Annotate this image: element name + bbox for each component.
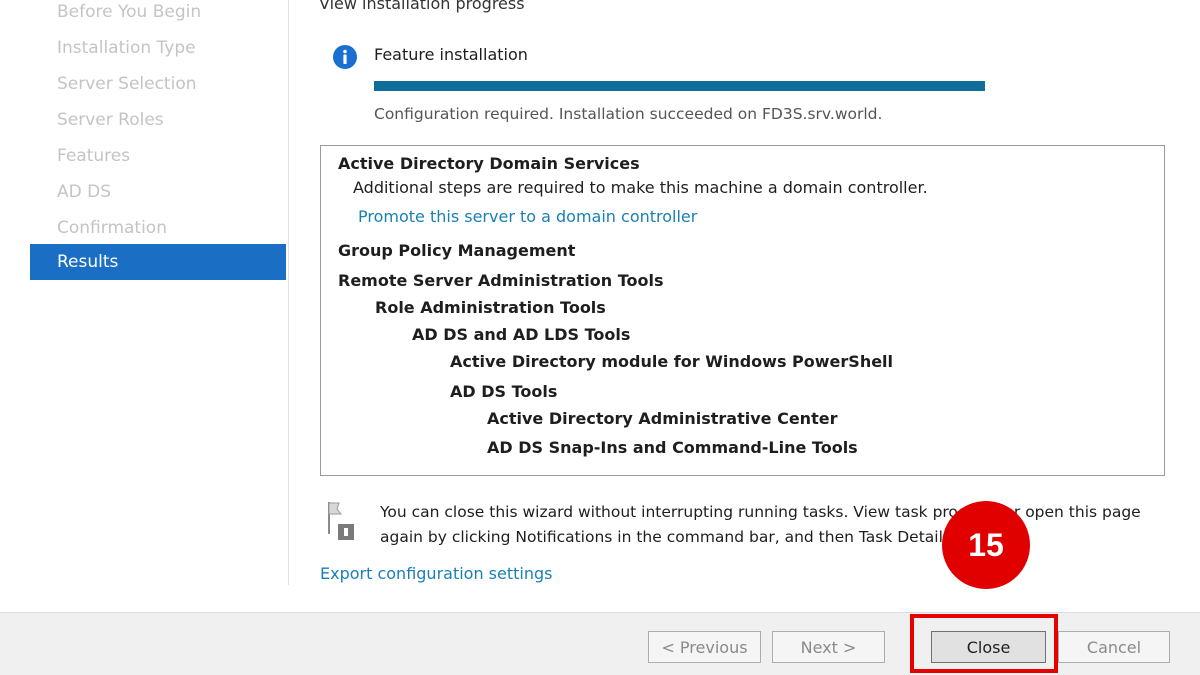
- result-ad-ds-message: Additional steps are required to make th…: [353, 178, 928, 197]
- sidebar-item-installation-type[interactable]: Installation Type: [30, 30, 286, 66]
- cancel-button[interactable]: Cancel: [1058, 631, 1170, 663]
- result-role-admin-tools: Role Administration Tools: [375, 298, 606, 317]
- result-ad-ds-lds-tools: AD DS and AD LDS Tools: [412, 325, 631, 344]
- step-number-badge: 15: [942, 501, 1030, 589]
- result-ad-powershell-module: Active Directory module for Windows Powe…: [450, 352, 894, 371]
- info-icon: [333, 45, 357, 69]
- sidebar-item-server-roles[interactable]: Server Roles: [30, 102, 286, 138]
- sidebar-item-ad-ds[interactable]: AD DS: [30, 174, 286, 210]
- page-heading: View installation progress: [319, 0, 525, 13]
- wizard-sidebar: Before You Begin Installation Type Serve…: [0, 0, 288, 612]
- promote-domain-controller-link[interactable]: Promote this server to a domain controll…: [358, 207, 697, 226]
- installation-status-text: Configuration required. Installation suc…: [374, 105, 883, 123]
- sidebar-item-server-selection[interactable]: Server Selection: [30, 66, 286, 102]
- sidebar-divider: [288, 0, 289, 585]
- sidebar-item-features[interactable]: Features: [30, 138, 286, 174]
- result-ad-ds-snapins: AD DS Snap-Ins and Command-Line Tools: [487, 438, 858, 457]
- progress-bar-fill: [374, 81, 985, 91]
- feature-installation-label: Feature installation: [374, 45, 528, 64]
- export-configuration-link[interactable]: Export configuration settings: [320, 564, 552, 583]
- sidebar-item-results[interactable]: Results: [30, 244, 286, 280]
- close-button-highlight: [910, 614, 1058, 673]
- result-ad-ds: Active Directory Domain Services: [338, 154, 640, 173]
- installation-progress-bar: [374, 81, 985, 91]
- wizard-close-note: You can close this wizard without interr…: [380, 503, 1141, 546]
- result-rsat: Remote Server Administration Tools: [338, 271, 664, 290]
- result-group-policy: Group Policy Management: [338, 241, 576, 260]
- sidebar-item-before-you-begin[interactable]: Before You Begin: [30, 0, 286, 30]
- sidebar-item-confirmation[interactable]: Confirmation: [30, 210, 286, 246]
- next-button[interactable]: Next >: [772, 631, 885, 663]
- result-ad-admin-center: Active Directory Administrative Center: [487, 409, 838, 428]
- previous-button[interactable]: < Previous: [648, 631, 761, 663]
- notification-flag-icon: [328, 502, 354, 540]
- results-list: Active Directory Domain Services Additio…: [320, 145, 1165, 476]
- result-ad-ds-tools: AD DS Tools: [450, 382, 558, 401]
